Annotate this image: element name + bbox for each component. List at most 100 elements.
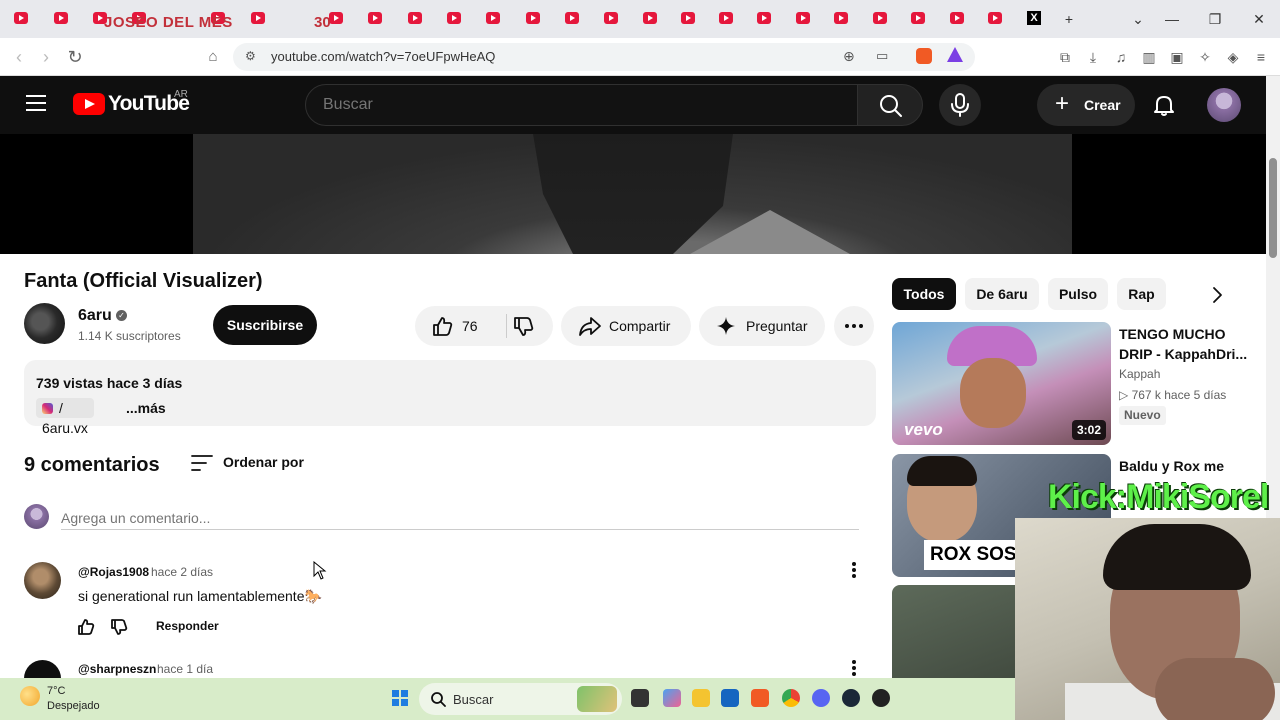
zoom-icon[interactable]: ⊕	[843, 48, 855, 65]
voice-search-button[interactable]	[939, 84, 981, 126]
downloads-icon[interactable]: ⤓	[1084, 48, 1102, 66]
youtube-tab-icon[interactable]	[796, 12, 810, 24]
close-icon[interactable]: ✕	[1249, 9, 1269, 29]
comment-like-icon[interactable]	[77, 618, 95, 636]
wallet-icon[interactable]: ▣	[1168, 48, 1186, 66]
menu-icon[interactable]	[26, 95, 46, 111]
youtube-tab-icon[interactable]	[911, 12, 925, 24]
channel-name[interactable]: 6aru	[78, 307, 112, 325]
search-input[interactable]	[323, 96, 823, 114]
youtube-tab-icon[interactable]	[950, 12, 964, 24]
sidebar-icon[interactable]: ▥	[1140, 48, 1158, 66]
show-more-link[interactable]: ...más	[126, 398, 166, 418]
youtube-tab-icon[interactable]	[643, 12, 657, 24]
youtube-tab-icon[interactable]	[447, 12, 461, 24]
maximize-icon[interactable]: ❐	[1205, 9, 1225, 29]
minimize-icon[interactable]: —	[1162, 9, 1182, 29]
chip-todos[interactable]: Todos	[892, 278, 956, 310]
comment-menu-icon[interactable]	[845, 560, 863, 580]
cast-icon[interactable]: ▭	[876, 48, 888, 64]
youtube-tab-icon[interactable]	[681, 12, 695, 24]
description-box[interactable]: 739 vistas hace 3 días / 6aru.vx ...más	[24, 360, 876, 436]
weather-temperature[interactable]: 7°C	[47, 685, 65, 697]
youtube-tab-icon[interactable]	[408, 12, 422, 24]
youtube-tab-icon[interactable]	[604, 12, 618, 24]
youtube-tab-icon[interactable]	[54, 12, 68, 24]
dislike-icon[interactable]	[512, 316, 536, 338]
brave-browser-icon[interactable]	[751, 689, 769, 707]
leo-ai-icon[interactable]: ✧	[1196, 48, 1214, 66]
new-tab-icon[interactable]: +	[1059, 9, 1079, 29]
channel-avatar[interactable]	[24, 303, 65, 344]
add-comment-input[interactable]	[61, 506, 859, 530]
address-bar[interactable]: ⚙ youtube.com/watch?v=7oeUFpwHeAQ ⊕ ▭	[233, 43, 975, 71]
comment-author[interactable]: @Rojas1908	[78, 565, 149, 579]
obs-icon[interactable]	[872, 689, 890, 707]
instagram-link[interactable]: / 6aru.vx	[36, 398, 94, 436]
youtube-tab-icon[interactable]	[565, 12, 579, 24]
sort-by-button[interactable]: Ordenar por	[223, 454, 304, 470]
youtube-tab-icon[interactable]	[486, 12, 500, 24]
youtube-tab-icon[interactable]	[834, 12, 848, 24]
bookmark-icon[interactable]: ⌂	[203, 47, 223, 67]
youtube-tab-icon[interactable]	[526, 12, 540, 24]
video-player[interactable]	[0, 134, 1266, 254]
ask-button[interactable]: Preguntar	[699, 306, 825, 346]
task-view-icon[interactable]	[631, 689, 649, 707]
comment-author[interactable]: @sharpneszn	[78, 662, 156, 676]
create-button[interactable]: + Crear	[1037, 84, 1135, 126]
scrollbar-thumb[interactable]	[1269, 158, 1277, 258]
youtube-logo-icon[interactable]	[73, 93, 105, 115]
forward-icon[interactable]: ›	[36, 47, 56, 67]
chip-rap[interactable]: Rap	[1117, 278, 1166, 310]
youtube-tab-icon[interactable]	[719, 12, 733, 24]
comment-menu-icon[interactable]	[845, 658, 863, 678]
recommendation-channel[interactable]: Kappah	[1119, 367, 1160, 381]
site-settings-icon[interactable]: ⚙	[245, 49, 256, 63]
steam-icon[interactable]	[842, 689, 860, 707]
search-box[interactable]	[305, 84, 858, 126]
discord-icon[interactable]	[812, 689, 830, 707]
recommendation-title[interactable]: Baldu y Rox me	[1119, 456, 1224, 476]
youtube-tab-icon[interactable]	[251, 12, 265, 24]
vpn-icon[interactable]: ◈	[1224, 48, 1242, 66]
notifications-bell-icon[interactable]	[1151, 92, 1177, 118]
sort-icon[interactable]	[191, 454, 213, 472]
reload-icon[interactable]: ↻	[65, 47, 85, 67]
taskbar-search[interactable]: Buscar	[419, 683, 622, 715]
share-button[interactable]: Compartir	[561, 306, 691, 346]
comment-avatar[interactable]	[24, 562, 61, 599]
tab-list-chevron-icon[interactable]: ⌄	[1128, 9, 1148, 29]
extensions-icon[interactable]: ⧉	[1056, 48, 1074, 66]
more-actions-button[interactable]	[834, 306, 874, 346]
weather-moon-icon[interactable]	[20, 686, 40, 706]
chip-de-6aru[interactable]: De 6aru	[965, 278, 1039, 310]
youtube-tab-icon[interactable]	[873, 12, 887, 24]
comment-time[interactable]: hace 2 días	[151, 565, 213, 579]
weather-condition[interactable]: Despejado	[47, 700, 100, 712]
store-icon[interactable]	[721, 689, 739, 707]
chevron-right-icon[interactable]	[1206, 284, 1228, 306]
youtube-tab-icon[interactable]	[988, 12, 1002, 24]
brave-rewards-icon[interactable]	[947, 47, 963, 62]
reply-button[interactable]: Responder	[156, 619, 219, 633]
recommendation-thumbnail[interactable]: vevo 3:02	[892, 322, 1111, 445]
widgets-icon[interactable]	[663, 689, 681, 707]
windows-start-icon[interactable]	[392, 690, 408, 706]
media-icon[interactable]: ♫	[1112, 48, 1130, 66]
subscribe-button[interactable]: Suscribirse	[213, 305, 317, 345]
youtube-tab-icon[interactable]	[329, 12, 343, 24]
youtube-tab-icon[interactable]	[757, 12, 771, 24]
back-icon[interactable]: ‹	[9, 47, 29, 67]
chrome-icon[interactable]	[782, 689, 800, 707]
search-button[interactable]	[857, 84, 923, 126]
youtube-tab-icon[interactable]	[14, 12, 28, 24]
youtube-tab-icon[interactable]	[368, 12, 382, 24]
x-tab-icon[interactable]: X	[1027, 11, 1041, 25]
file-explorer-icon[interactable]	[692, 689, 710, 707]
chip-pulso[interactable]: Pulso	[1048, 278, 1108, 310]
account-avatar[interactable]	[1207, 88, 1241, 122]
video-frame[interactable]	[193, 134, 1072, 254]
like-count[interactable]: 76	[462, 318, 478, 334]
brave-shields-icon[interactable]	[916, 48, 932, 64]
